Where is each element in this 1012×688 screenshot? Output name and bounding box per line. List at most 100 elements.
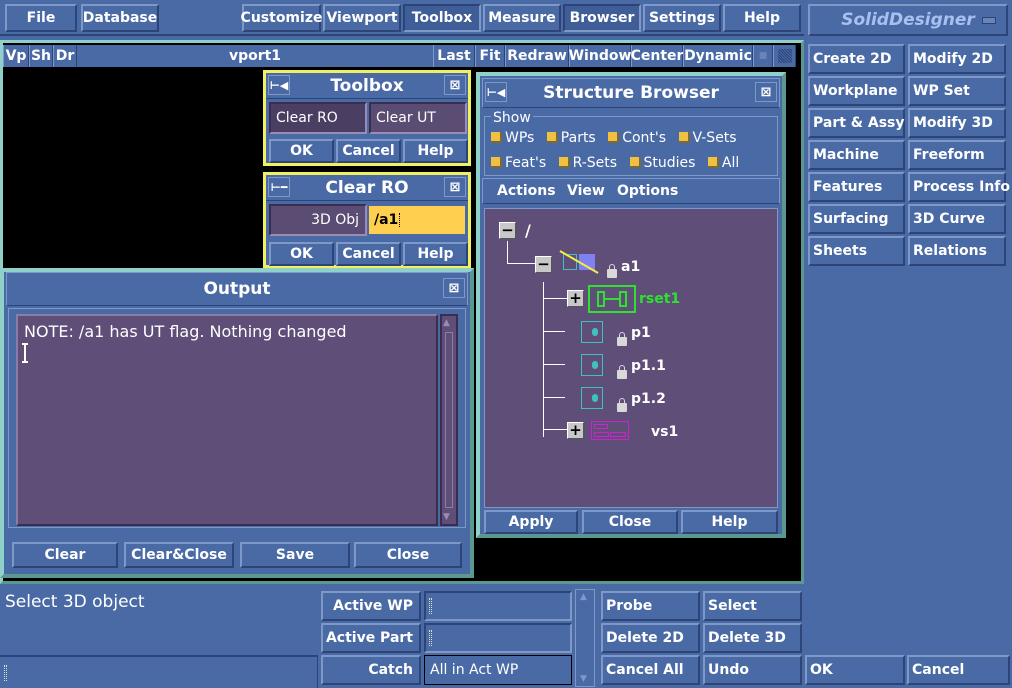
module-create-2d[interactable]: Create 2D xyxy=(808,44,905,74)
output-text-area[interactable]: NOTE: /a1 has UT flag. Nothing changed xyxy=(16,314,438,526)
active-wp-field[interactable] xyxy=(424,591,572,621)
menu-actions[interactable]: Actions xyxy=(497,183,556,199)
menu-help[interactable]: Help xyxy=(723,4,801,32)
status-scrollbar[interactable]: ▲ ▼ xyxy=(575,589,595,687)
ok-button[interactable]: OK xyxy=(805,655,905,685)
module-3d-curve[interactable]: 3D Curve xyxy=(908,204,1006,234)
module-modify-2d[interactable]: Modify 2D xyxy=(908,44,1006,74)
module-freeform[interactable]: Freeform xyxy=(908,140,1006,170)
iconify-icon[interactable]: ■ xyxy=(753,45,773,67)
probe-button[interactable]: Probe xyxy=(601,591,700,621)
output-scrollbar[interactable]: ▲ ▼ xyxy=(440,314,458,526)
close-icon[interactable]: ⊠ xyxy=(444,75,466,95)
module-part-assy[interactable]: Part & Assy xyxy=(808,108,905,138)
show-rsets[interactable]: R-Sets xyxy=(558,155,617,171)
clear-close-button[interactable]: Clear&Close xyxy=(124,542,234,568)
show-studies[interactable]: Studies xyxy=(629,155,695,171)
menu-options[interactable]: Options xyxy=(617,183,678,199)
3d-obj-input[interactable]: /a1 xyxy=(369,206,465,234)
scroll-down-icon[interactable]: ▼ xyxy=(443,512,450,522)
help-button[interactable]: Help xyxy=(681,510,778,534)
help-button[interactable]: Help xyxy=(403,242,468,266)
menu-file[interactable]: File xyxy=(5,4,77,32)
select-button[interactable]: Select xyxy=(703,591,802,621)
show-parts[interactable]: Parts xyxy=(546,130,596,146)
vp-button[interactable]: Vp xyxy=(3,45,29,67)
ok-button[interactable]: OK xyxy=(269,139,334,163)
window-button[interactable]: Window xyxy=(569,45,631,67)
module-sheets[interactable]: Sheets xyxy=(808,236,905,266)
cancel-button[interactable]: Cancel xyxy=(336,139,401,163)
tree-vs1[interactable]: vs1 xyxy=(651,424,678,440)
module-workplane[interactable]: Workplane xyxy=(808,76,905,106)
cancel-all-button[interactable]: Cancel All xyxy=(601,655,700,685)
tree-a1[interactable]: a1 xyxy=(621,259,640,275)
ok-button[interactable]: OK xyxy=(269,242,334,266)
show-conts[interactable]: Cont's xyxy=(608,130,666,146)
scroll-up-icon[interactable]: ▲ xyxy=(580,592,587,602)
cancel-button[interactable]: Cancel xyxy=(336,242,401,266)
menu-view[interactable]: View xyxy=(567,183,605,199)
3d-obj-label[interactable]: 3D Obj xyxy=(269,204,367,236)
dr-button[interactable]: Dr xyxy=(53,45,77,67)
active-part-field[interactable] xyxy=(424,623,572,653)
module-process-info[interactable]: Process Info xyxy=(908,172,1010,202)
close-icon[interactable]: ⊠ xyxy=(443,278,465,298)
collapse-a1-icon[interactable]: − xyxy=(535,256,552,273)
active-part-label[interactable]: Active Part xyxy=(321,623,421,653)
catch-label[interactable]: Catch xyxy=(321,655,421,685)
scroll-up-icon[interactable]: ▲ xyxy=(443,318,450,328)
close-button[interactable]: Close xyxy=(354,542,462,568)
catch-field[interactable]: All in Act WP xyxy=(424,655,572,685)
menu-measure[interactable]: Measure xyxy=(483,4,561,32)
expand-vs1-icon[interactable]: + xyxy=(567,422,584,439)
module-surfacing[interactable]: Surfacing xyxy=(808,204,905,234)
menu-toolbox[interactable]: Toolbox xyxy=(403,4,481,32)
maximize-icon[interactable] xyxy=(773,45,796,67)
active-wp-label[interactable]: Active WP xyxy=(321,591,421,621)
close-icon[interactable]: ⊠ xyxy=(755,82,777,102)
dynamic-button[interactable]: Dynamic xyxy=(683,45,753,67)
menu-viewport[interactable]: Viewport xyxy=(323,4,401,32)
show-all[interactable]: All xyxy=(707,155,739,171)
tree-rset1[interactable]: rset1 xyxy=(639,291,680,307)
menu-settings[interactable]: Settings xyxy=(643,4,721,32)
show-vsets[interactable]: V-Sets xyxy=(678,130,737,146)
show-wps[interactable]: WPs xyxy=(491,130,534,146)
browser-tree[interactable]: − / − a1 + rset1 p1 p1.1 p1.2 + vs1 xyxy=(484,208,778,508)
module-machine[interactable]: Machine xyxy=(808,140,905,170)
tree-p1[interactable]: p1 xyxy=(631,325,651,341)
clear-ut-option[interactable]: Clear UT xyxy=(369,102,467,134)
tree-p1-2[interactable]: p1.2 xyxy=(631,391,666,407)
undo-button[interactable]: Undo xyxy=(703,655,802,685)
tree-p1-1[interactable]: p1.1 xyxy=(631,358,666,374)
redraw-button[interactable]: Redraw xyxy=(505,45,569,67)
sh-button[interactable]: Sh xyxy=(29,45,53,67)
cancel-button[interactable]: Cancel xyxy=(907,655,1010,685)
delete-2d-button[interactable]: Delete 2D xyxy=(601,623,700,653)
module-relations[interactable]: Relations xyxy=(908,236,1006,266)
pin-icon[interactable]: ⊢━ xyxy=(268,177,290,197)
clear-button[interactable]: Clear xyxy=(12,542,118,568)
menu-database[interactable]: Database xyxy=(81,4,159,32)
module-features[interactable]: Features xyxy=(808,172,905,202)
module-modify-3d[interactable]: Modify 3D xyxy=(908,108,1006,138)
center-button[interactable]: Center xyxy=(631,45,683,67)
help-button[interactable]: Help xyxy=(403,139,468,163)
save-button[interactable]: Save xyxy=(240,542,350,568)
show-feats[interactable]: Feat's xyxy=(491,155,546,171)
close-button[interactable]: Close xyxy=(582,510,678,534)
expand-rset1-icon[interactable]: + xyxy=(567,290,584,307)
menu-customize[interactable]: Customize xyxy=(241,4,322,32)
scroll-down-icon[interactable]: ▼ xyxy=(580,674,587,684)
clear-ro-option[interactable]: Clear RO xyxy=(269,102,367,134)
apply-button[interactable]: Apply xyxy=(484,510,578,534)
minimize-icon[interactable] xyxy=(982,17,996,24)
scroll-thumb[interactable] xyxy=(445,332,453,508)
fit-button[interactable]: Fit xyxy=(475,45,505,67)
pin-icon[interactable]: ⊢◀ xyxy=(268,75,290,95)
delete-3d-button[interactable]: Delete 3D xyxy=(703,623,802,653)
close-icon[interactable]: ⊠ xyxy=(444,177,466,197)
last-button[interactable]: Last xyxy=(433,45,475,67)
pin-icon[interactable]: ⊢◀ xyxy=(485,82,507,102)
